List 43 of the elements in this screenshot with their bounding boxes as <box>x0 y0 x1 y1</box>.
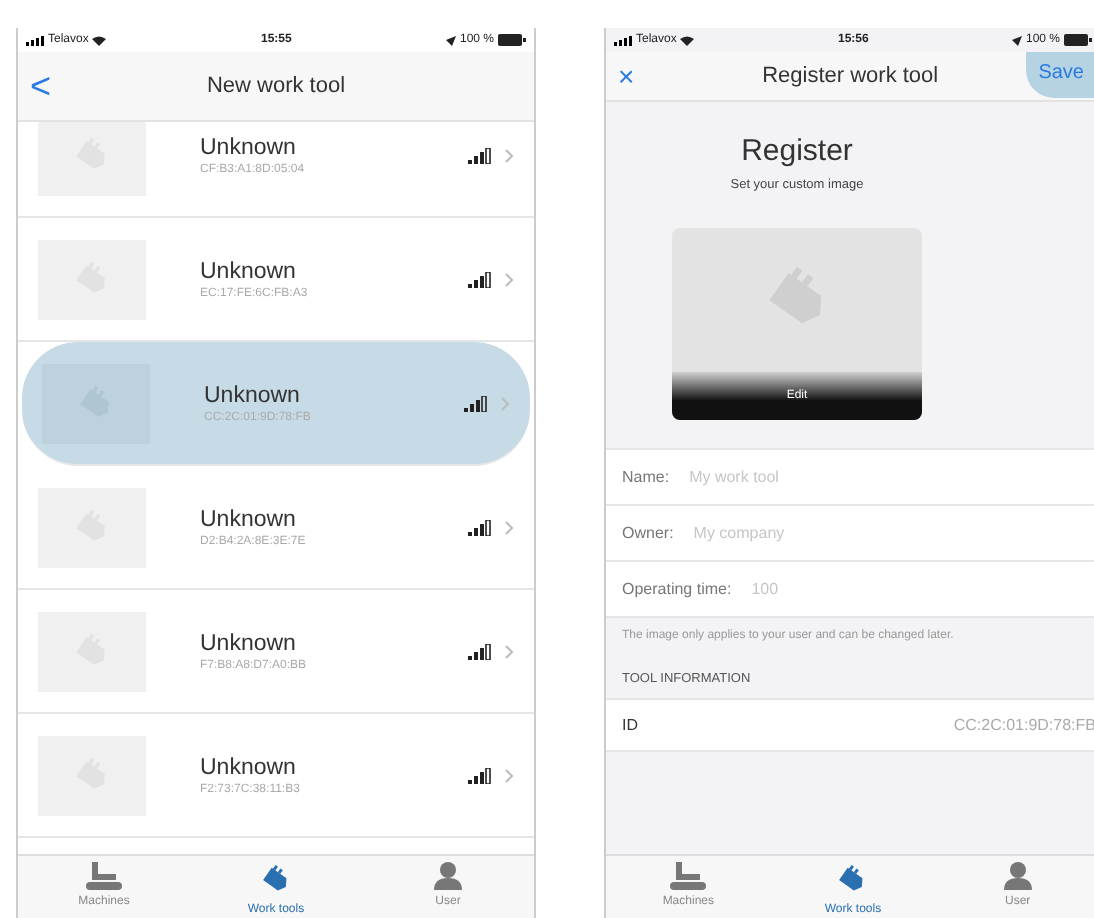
signal-strength-icon <box>468 271 492 287</box>
location-icon <box>445 35 456 45</box>
device-name: Unknown <box>200 631 298 655</box>
field-label: Owner: <box>622 524 674 542</box>
info-label: ID <box>622 716 638 735</box>
back-button[interactable]: < <box>30 65 86 107</box>
signal-strength-icon <box>468 519 492 535</box>
wifi-icon <box>92 35 107 45</box>
chevron-icon <box>504 519 514 535</box>
chevron-icon <box>504 767 514 783</box>
user-icon <box>1003 862 1032 890</box>
screen-title: New work tool <box>204 74 348 98</box>
field-label: Name: <box>622 468 670 486</box>
save-button[interactable]: Save <box>1026 52 1094 98</box>
input-field[interactable]: My company <box>689 522 1094 544</box>
device-name: Unknown <box>200 259 298 283</box>
signal-strength-icon <box>468 767 492 783</box>
device-name: Unknown <box>204 383 302 407</box>
chevron-icon <box>504 271 514 287</box>
machine-icon <box>670 862 707 890</box>
close-button[interactable]: × <box>618 60 674 92</box>
input-field[interactable]: My work tool <box>685 466 1094 488</box>
device-name: Unknown <box>200 507 298 531</box>
signal-strength-icon <box>468 147 492 163</box>
battery-icon <box>498 34 526 46</box>
chevron-icon <box>504 147 514 163</box>
wifi-icon <box>680 35 695 45</box>
device-name: Unknown <box>200 755 298 779</box>
battery-icon <box>1064 34 1092 46</box>
location-icon <box>1011 35 1022 45</box>
device-name: Unknown <box>200 135 298 159</box>
cell-signal-icon <box>614 35 632 45</box>
cell-signal-icon <box>26 35 44 45</box>
screen-title: Register work tool <box>760 64 941 88</box>
machine-icon <box>86 862 122 890</box>
user-icon <box>434 862 462 890</box>
input-field[interactable]: 100 <box>747 578 1094 600</box>
field-label: Operating time: <box>622 580 732 598</box>
chevron-icon <box>504 643 514 659</box>
chevron-icon <box>500 395 510 411</box>
signal-strength-icon <box>464 395 488 411</box>
signal-strength-icon <box>468 643 492 659</box>
heading: Register <box>739 134 855 168</box>
